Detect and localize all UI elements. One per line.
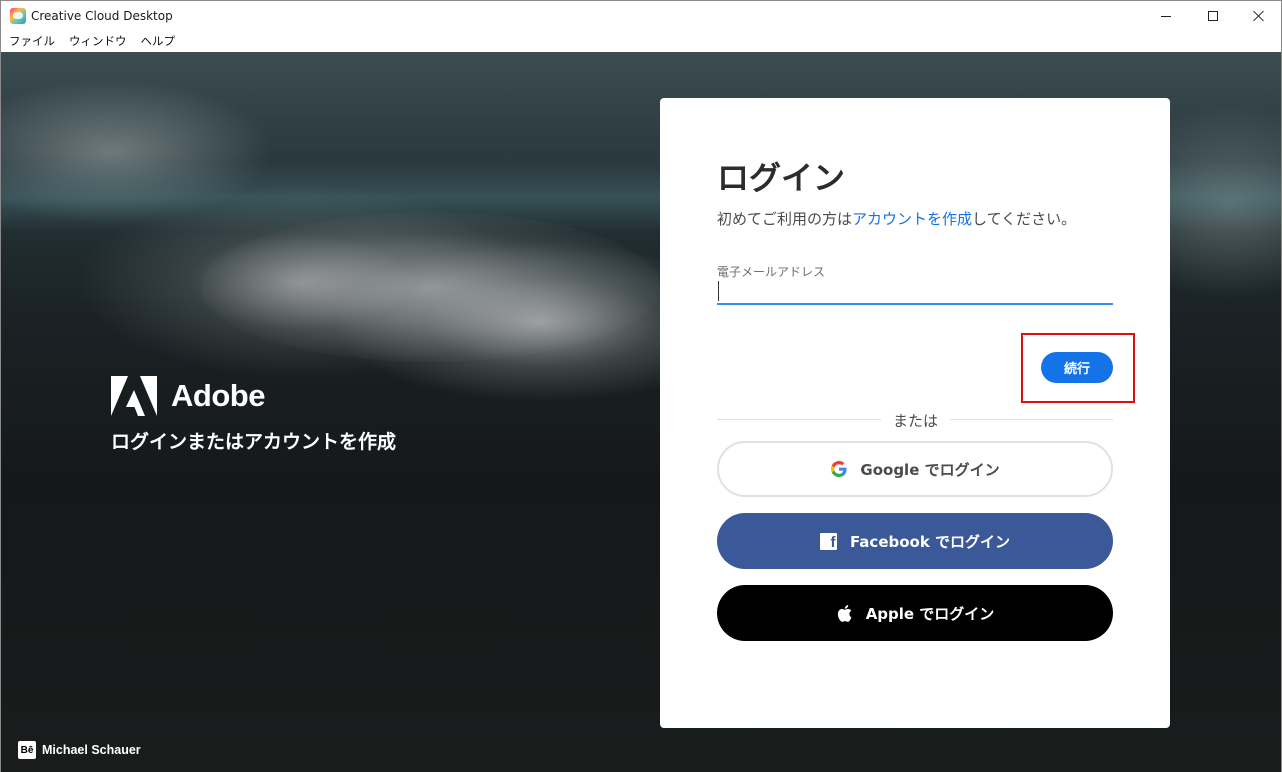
divider-left	[717, 419, 881, 420]
google-login-button[interactable]: Google でログイン	[717, 441, 1113, 497]
divider-right	[950, 419, 1113, 420]
apple-icon	[836, 604, 854, 622]
brand-tagline: ログインまたはアカウントを作成	[111, 431, 397, 453]
signup-prompt-suffix: してください。	[972, 210, 1077, 228]
wave-foam	[201, 212, 661, 362]
or-divider: または	[892, 412, 938, 430]
signup-prompt-prefix: 初めてご利用の方は	[717, 210, 853, 228]
photo-credit[interactable]: Bē Michael Schauer	[18, 741, 141, 759]
photographer-name: Michael Schauer	[42, 743, 141, 757]
page-title: ログイン	[717, 159, 846, 197]
maximize-icon	[1208, 11, 1218, 21]
login-card: ログイン 初めてご利用の方はアカウントを作成してください。 電子メールアドレス …	[660, 98, 1170, 728]
menu-bar: ファイル ウィンドウ ヘルプ	[1, 31, 1281, 51]
minimize-button[interactable]	[1143, 1, 1189, 31]
google-login-label: Google でログイン	[860, 460, 1000, 479]
behance-icon: Bē	[18, 741, 36, 759]
close-button[interactable]	[1236, 1, 1282, 31]
facebook-login-button[interactable]: f Facebook でログイン	[717, 513, 1113, 569]
signup-prompt: 初めてご利用の方はアカウントを作成してください。	[717, 208, 1076, 229]
apple-login-button[interactable]: Apple でログイン	[717, 585, 1113, 641]
google-icon	[830, 460, 848, 478]
adobe-brand: Adobe	[111, 376, 265, 416]
menu-file[interactable]: ファイル	[9, 31, 55, 51]
close-icon	[1253, 10, 1265, 22]
app-window: Creative Cloud Desktop ファイル ウィンドウ ヘルプ Ad…	[0, 0, 1282, 772]
adobe-logo-icon	[111, 376, 157, 416]
text-cursor	[718, 281, 719, 301]
apple-login-label: Apple でログイン	[865, 604, 995, 623]
maximize-button[interactable]	[1190, 1, 1236, 31]
email-field[interactable]	[717, 278, 1113, 305]
menu-help[interactable]: ヘルプ	[141, 31, 176, 51]
facebook-icon: f	[820, 532, 838, 550]
title-bar: Creative Cloud Desktop	[1, 1, 1281, 31]
adobe-wordmark: Adobe	[171, 378, 265, 413]
menu-window[interactable]: ウィンドウ	[69, 31, 127, 51]
window-title: Creative Cloud Desktop	[31, 9, 173, 23]
facebook-login-label: Facebook でログイン	[849, 532, 1011, 551]
creative-cloud-icon	[10, 8, 26, 24]
continue-button[interactable]: 続行	[1041, 352, 1113, 383]
minimize-icon	[1161, 15, 1171, 17]
create-account-link[interactable]: アカウントを作成	[852, 210, 972, 228]
